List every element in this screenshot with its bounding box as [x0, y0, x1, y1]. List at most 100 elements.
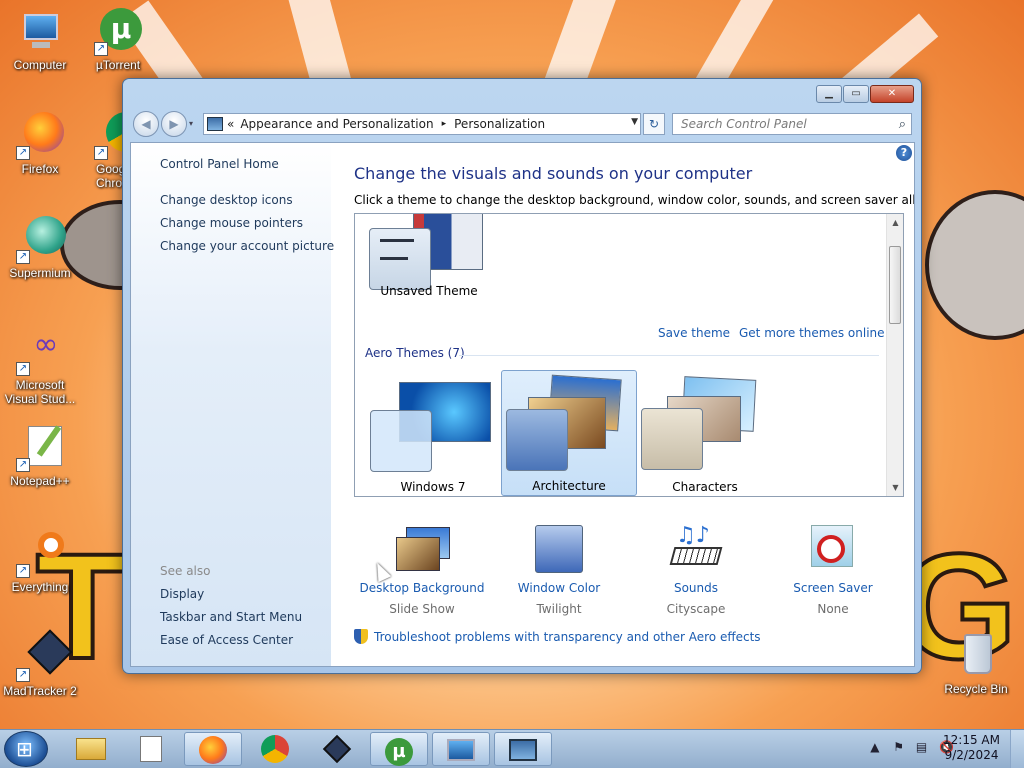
theme-window-glass — [370, 410, 432, 472]
taskbar-utorrent[interactable]: µ — [370, 732, 428, 766]
display-link[interactable]: Display — [160, 587, 204, 601]
desktop-icon-everything[interactable]: ↗ Everything — [2, 530, 78, 594]
see-also-label: See also — [160, 564, 211, 578]
taskbar-madtracker[interactable] — [308, 732, 366, 766]
sounds-link[interactable]: Sounds — [628, 581, 764, 595]
screen-saver-icon — [803, 523, 863, 575]
breadcrumb-separator-icon[interactable]: ▸ — [442, 119, 447, 129]
sounds-value: Cityscape — [666, 602, 726, 616]
troubleshoot-link[interactable]: Troubleshoot problems with transparency … — [354, 629, 761, 644]
change-mouse-pointers-link[interactable]: Change mouse pointers — [160, 216, 303, 230]
shortcut-arrow-icon: ↗ — [16, 250, 30, 264]
scroll-down-icon[interactable]: ▼ — [887, 479, 903, 496]
everything-icon: ↗ — [16, 530, 64, 578]
show-hidden-icon[interactable]: ▲ — [870, 740, 879, 754]
close-button[interactable]: ✕ — [870, 85, 914, 103]
taskbar-start-menu-link[interactable]: Taskbar and Start Menu — [160, 610, 302, 624]
help-icon[interactable]: ? — [896, 145, 912, 161]
save-theme-link[interactable]: Save theme — [658, 326, 730, 340]
taskbar-explorer[interactable] — [62, 732, 120, 766]
taskbar-control-panel[interactable] — [494, 732, 552, 766]
shortcut-arrow-icon: ↗ — [94, 146, 108, 160]
system-clock[interactable]: 12:15 AM 9/2/2024 — [943, 733, 1000, 763]
window-controls: ▁ ▭ ✕ — [816, 85, 914, 103]
scroll-up-icon[interactable]: ▲ — [887, 214, 903, 231]
desktop-icon-label: Microsoft Visual Stud... — [4, 378, 76, 406]
theme-window-glass — [641, 408, 703, 470]
firefox-icon — [199, 736, 227, 764]
desktop-icon-label: MadTracker 2 — [3, 684, 77, 698]
ease-of-access-link[interactable]: Ease of Access Center — [160, 633, 293, 647]
desktop-icon-madtracker[interactable]: ↗ MadTracker 2 — [2, 629, 78, 698]
address-bar[interactable]: « Appearance and Personalization ▸ Perso… — [203, 113, 641, 135]
desktop-icon-label: Supermium — [9, 266, 71, 280]
taskbar-remote-desktop[interactable] — [432, 732, 490, 766]
desktop-icon-notepadpp[interactable]: ↗ Notepad++ — [2, 424, 78, 488]
forward-button[interactable]: ▶ — [161, 111, 187, 137]
taskbar-chrome[interactable] — [246, 732, 304, 766]
supermium-icon: ↗ — [16, 216, 66, 264]
change-account-picture-link[interactable]: Change your account picture — [160, 239, 334, 253]
page-description: Click a theme to change the desktop back… — [354, 193, 915, 207]
theme-unsaved[interactable]: Unsaved Theme — [361, 214, 497, 318]
refresh-button[interactable]: ↻ — [643, 113, 665, 135]
scroll-thumb[interactable] — [889, 246, 901, 324]
theme-architecture[interactable]: Architecture — [501, 370, 637, 496]
address-dropdown-icon[interactable]: ▼ — [631, 117, 638, 127]
breadcrumb-personalization[interactable]: Personalization — [454, 117, 545, 131]
visual-studio-icon: ∞ ↗ — [16, 328, 64, 376]
chrome-icon — [261, 735, 289, 763]
minimize-button[interactable]: ▁ — [816, 85, 842, 103]
screen-saver-item[interactable]: Screen Saver None — [765, 523, 901, 616]
network-icon[interactable]: ▤ — [916, 740, 927, 754]
theme-list-scrollbar[interactable]: ▲ ▼ — [886, 214, 903, 496]
desktop-background-value: Slide Show — [389, 602, 455, 616]
window-content: Control Panel Home Change desktop icons … — [130, 142, 915, 667]
monitor-icon — [447, 739, 475, 761]
sounds-item[interactable]: ♫♪ Sounds Cityscape — [628, 523, 764, 616]
recent-pages-icon[interactable]: ▾ — [189, 119, 193, 128]
desktop-background-link[interactable]: Desktop Background — [354, 581, 490, 595]
desktop-icon-supermium[interactable]: ↗ Supermium — [2, 216, 78, 280]
theme-list[interactable]: Unsaved Theme Save theme Get more themes… — [354, 213, 904, 497]
search-placeholder: Search Control Panel — [681, 117, 807, 131]
theme-characters[interactable]: Characters — [637, 370, 773, 496]
uac-shield-icon — [354, 629, 368, 644]
desktop-icon-label: Recycle Bin — [944, 682, 1008, 696]
desktop-icon-firefox[interactable]: ↗ Firefox — [2, 112, 78, 176]
theme-name: Characters — [672, 480, 738, 494]
page-title: Change the visuals and sounds on your co… — [354, 164, 753, 183]
desktop-icon-visual-studio[interactable]: ∞ ↗ Microsoft Visual Stud... — [2, 328, 78, 407]
theme-settings-row: Desktop Background Slide Show Window Col… — [354, 523, 914, 623]
desktop-icon-label: Notepad++ — [10, 474, 70, 488]
search-input[interactable]: Search Control Panel ⌕ — [672, 113, 912, 135]
control-panel-home-link[interactable]: Control Panel Home — [160, 157, 279, 171]
address-overflow[interactable]: « — [227, 117, 234, 131]
desktop-icon-recycle-bin[interactable]: Recycle Bin — [938, 632, 1014, 696]
screen-saver-link[interactable]: Screen Saver — [765, 581, 901, 595]
show-desktop-button[interactable] — [1010, 730, 1024, 768]
back-button[interactable]: ◀ — [133, 111, 159, 137]
utorrent-icon: µ ↗ — [94, 8, 142, 56]
search-icon[interactable]: ⌕ — [899, 115, 906, 135]
taskbar-notepad[interactable] — [122, 732, 180, 766]
task-pane: Control Panel Home Change desktop icons … — [131, 143, 334, 666]
shortcut-arrow-icon: ↗ — [16, 564, 30, 578]
start-button[interactable] — [4, 731, 48, 767]
desktop-icon-computer[interactable]: Computer — [2, 8, 78, 72]
troubleshoot-text[interactable]: Troubleshoot problems with transparency … — [374, 630, 761, 644]
sounds-icon: ♫♪ — [666, 523, 726, 575]
flag-icon[interactable]: ⚑ — [893, 740, 904, 754]
window-color-item[interactable]: Window Color Twilight — [491, 523, 627, 616]
desktop-icon-utorrent[interactable]: µ ↗ µTorrent — [80, 8, 156, 72]
maximize-button[interactable]: ▭ — [843, 85, 869, 103]
get-more-themes-link[interactable]: Get more themes online — [739, 326, 885, 340]
group-divider — [459, 355, 879, 356]
navigation-bar: ◀ ▶ ▾ « Appearance and Personalization ▸… — [131, 111, 913, 137]
taskbar-firefox[interactable] — [184, 732, 242, 766]
theme-windows-7[interactable]: Windows 7 — [365, 370, 501, 496]
theme-name: Architecture — [532, 479, 606, 493]
change-desktop-icons-link[interactable]: Change desktop icons — [160, 193, 293, 207]
window-color-link[interactable]: Window Color — [491, 581, 627, 595]
breadcrumb-appearance[interactable]: Appearance and Personalization — [240, 117, 433, 131]
